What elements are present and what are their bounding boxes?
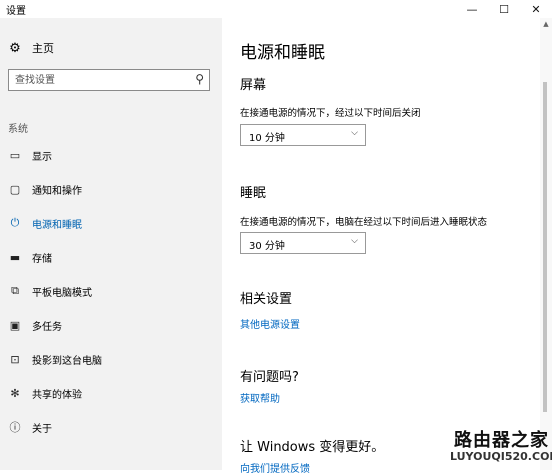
page-title: 电源和睡眠 — [240, 43, 325, 63]
sidebar-item-label: 多任务 — [32, 321, 62, 333]
screen-timeout-value: 10 分钟 — [249, 133, 285, 144]
sidebar-item-about[interactable]: ⓘ 关于 — [0, 410, 222, 444]
improve-windows-heading: 让 Windows 变得更好。 — [240, 440, 385, 455]
sidebar-item-multitasking[interactable]: ▣ 多任务 — [0, 308, 222, 342]
minimize-button[interactable]: — — [456, 0, 488, 18]
give-feedback-link[interactable]: 向我们提供反馈 — [240, 460, 310, 475]
sidebar-item-power-sleep[interactable]: ⏻ 电源和睡眠 — [0, 206, 222, 240]
power-icon: ⏻ — [10, 216, 20, 229]
watermark: 路由器之家 LUYOUQI520.COM — [448, 424, 552, 470]
home-label: 主页 — [32, 42, 54, 55]
sidebar-item-label: 共享的体验 — [32, 389, 82, 401]
get-help-link[interactable]: 获取帮助 — [240, 390, 280, 405]
chevron-down-icon: ⌵ — [351, 236, 358, 246]
related-settings-heading: 相关设置 — [240, 292, 293, 307]
storage-icon: ▬ — [9, 250, 21, 264]
sidebar-item-label: 电源和睡眠 — [32, 219, 82, 231]
screen-description: 在接通电源的情况下，经过以下时间后关闭 — [240, 108, 421, 119]
title-bar: 设置 — ☐ ✕ — [0, 0, 552, 18]
screen-heading: 屏幕 — [240, 78, 267, 93]
sleep-heading: 睡眠 — [240, 186, 267, 201]
other-power-settings-link[interactable]: 其他电源设置 — [240, 316, 300, 331]
scroll-thumb[interactable] — [543, 82, 547, 412]
sidebar-item-tablet-mode[interactable]: ⧉ 平板电脑模式 — [0, 274, 222, 308]
info-icon: ⓘ — [9, 421, 21, 434]
scroll-up-arrow-icon[interactable]: ▲ — [540, 18, 552, 30]
close-button[interactable]: ✕ — [520, 0, 552, 18]
sidebar-item-label: 投影到这台电脑 — [32, 355, 102, 367]
watermark-text: 路由器之家 — [454, 430, 549, 451]
sidebar-item-label: 显示 — [32, 151, 52, 163]
search-input[interactable] — [15, 73, 183, 87]
shared-experience-icon: ✻ — [10, 386, 20, 400]
display-icon: ▭ — [9, 148, 21, 162]
chevron-down-icon: ⌵ — [351, 128, 358, 138]
sidebar-item-label: 通知和操作 — [32, 185, 82, 197]
sidebar-item-shared-experiences[interactable]: ✻ 共享的体验 — [0, 376, 222, 410]
notification-icon: ▢ — [9, 182, 21, 196]
window-title: 设置 — [6, 6, 26, 17]
sidebar-item-label: 关于 — [32, 423, 52, 435]
search-box[interactable]: ⚲ — [8, 69, 210, 91]
home-nav-item[interactable]: ⚙ 主页 — [8, 40, 54, 56]
sidebar-item-label: 平板电脑模式 — [32, 287, 92, 299]
sidebar-item-display[interactable]: ▭ 显示 — [0, 138, 222, 172]
project-icon: ⊡ — [10, 352, 20, 366]
sleep-timeout-dropdown[interactable]: 30 分钟 ⌵ — [240, 232, 366, 254]
sidebar-item-project[interactable]: ⊡ 投影到这台电脑 — [0, 342, 222, 376]
gear-icon: ⚙ — [9, 40, 21, 56]
watermark-url: LUYOUQI520.COM — [450, 450, 552, 463]
tablet-icon: ⧉ — [11, 284, 19, 297]
sleep-timeout-value: 30 分钟 — [249, 241, 285, 252]
sidebar-nav: ▭ 显示 ▢ 通知和操作 ⏻ 电源和睡眠 ▬ 存储 ⧉ 平板电脑模式 ▣ 多任务… — [0, 138, 222, 444]
section-label-system: 系统 — [8, 124, 28, 135]
question-heading: 有问题吗? — [240, 370, 299, 385]
maximize-button[interactable]: ☐ — [488, 0, 520, 18]
sidebar: ⚙ 主页 ⚲ 系统 ▭ 显示 ▢ 通知和操作 ⏻ 电源和睡眠 ▬ 存储 ⧉ 平板… — [0, 18, 222, 470]
sleep-description: 在接通电源的情况下，电脑在经过以下时间后进入睡眠状态 — [240, 217, 488, 228]
multitask-icon: ▣ — [9, 318, 21, 332]
sidebar-item-storage[interactable]: ▬ 存储 — [0, 240, 222, 274]
main-content: 电源和睡眠 屏幕 在接通电源的情况下，经过以下时间后关闭 10 分钟 ⌵ 睡眠 … — [222, 18, 540, 475]
sidebar-item-notifications[interactable]: ▢ 通知和操作 — [0, 172, 222, 206]
sidebar-item-label: 存储 — [32, 253, 52, 265]
screen-timeout-dropdown[interactable]: 10 分钟 ⌵ — [240, 124, 366, 146]
scrollbar[interactable]: ▲ — [540, 18, 552, 470]
search-icon[interactable]: ⚲ — [195, 72, 204, 86]
